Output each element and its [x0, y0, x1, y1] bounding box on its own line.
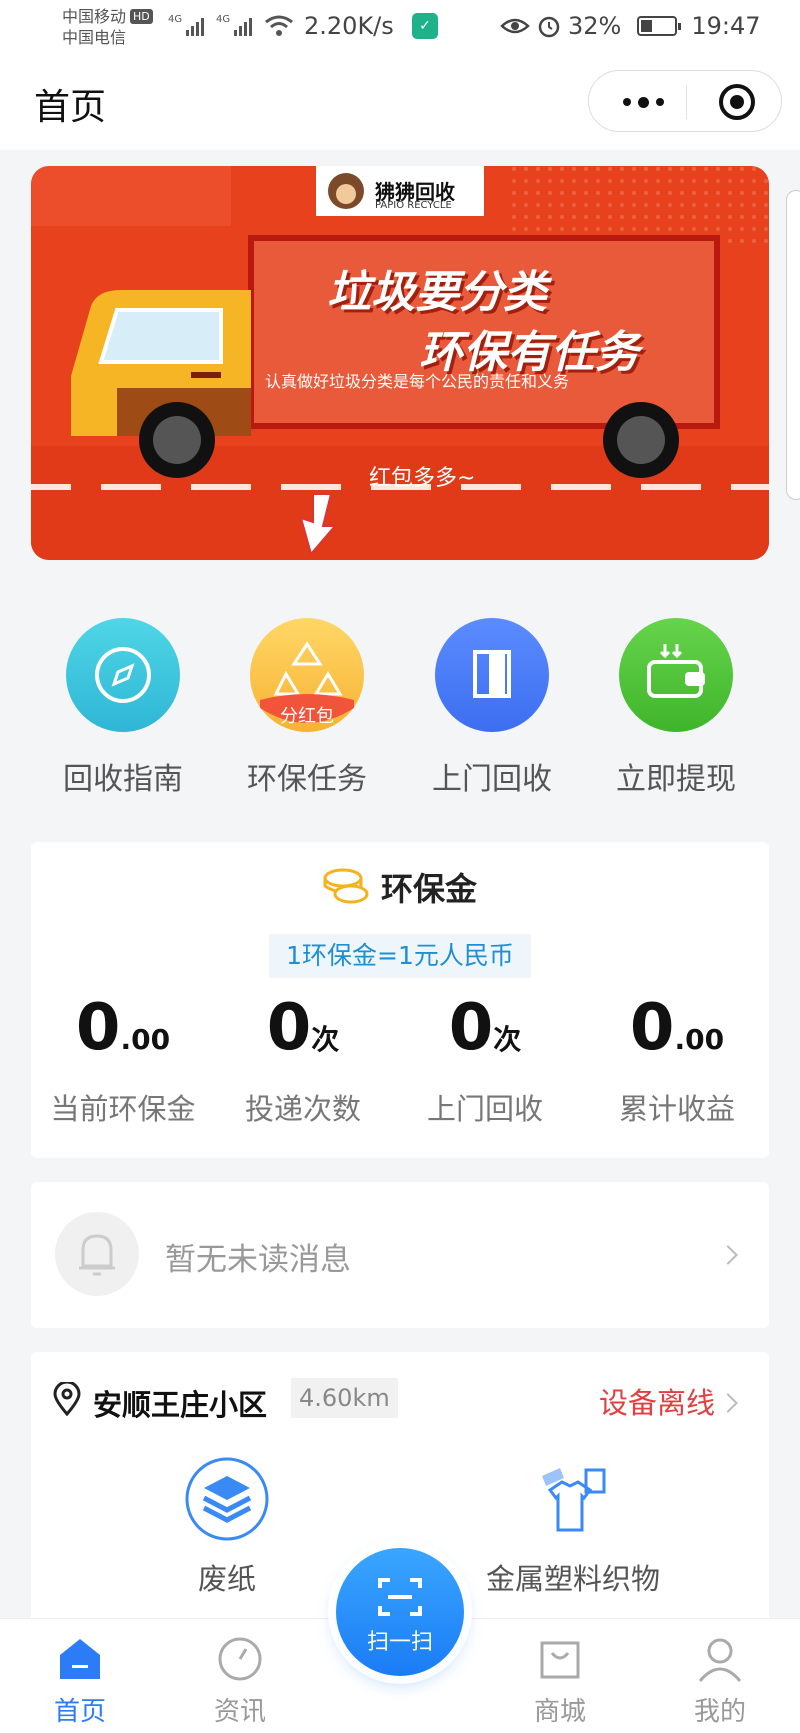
- bell-icon: [55, 1212, 139, 1296]
- location-distance: 4.60km: [291, 1378, 398, 1418]
- promo-banner[interactable]: 狒狒回收 PAPIO RECYCLE 垃圾要分类 环保有任务 认真做好垃圾分类是…: [31, 166, 769, 560]
- battery-percent: 32%: [568, 12, 622, 40]
- banner-illustration: [31, 166, 769, 560]
- tab-news[interactable]: 资讯: [180, 1635, 300, 1728]
- coins-icon: [323, 868, 369, 904]
- tab-profile[interactable]: 我的: [660, 1635, 780, 1728]
- compass-icon: [66, 618, 180, 732]
- eco-money-card: 环保金 1环保金=1元人民币 0.00 当前环保金 0次 投递次数 0次 上门回…: [31, 842, 769, 1158]
- eye-icon: [500, 18, 530, 34]
- wifi-icon: [265, 15, 293, 36]
- home-icon: [60, 1639, 100, 1679]
- battery-icon: [637, 16, 682, 36]
- banner-headline-1: 垃圾要分类: [327, 267, 547, 318]
- location-name: 安顺王庄小区: [93, 1388, 268, 1422]
- door-icon: [435, 618, 549, 732]
- stat-deliveries[interactable]: 0次 投递次数: [211, 990, 395, 1128]
- signal-2-icon: 4G: [216, 14, 253, 36]
- next-banner-peek: [786, 190, 800, 500]
- message-text: 暂无未读消息: [165, 1242, 351, 1278]
- carrier-2: 中国电信: [62, 28, 127, 47]
- close-miniprogram-icon[interactable]: [719, 84, 755, 120]
- carrier-info: 中国移动 HD 中国电信: [62, 6, 153, 48]
- quick-door-pickup[interactable]: 上门回收: [400, 618, 584, 798]
- location-pin-icon: [53, 1382, 81, 1416]
- recycle-icon: 分红包: [250, 618, 364, 732]
- paper-layers-icon: [185, 1457, 269, 1541]
- quick-eco-task[interactable]: 分红包 环保任务: [215, 618, 399, 798]
- clothes-bottle-icon: [542, 1468, 606, 1532]
- scan-icon: [378, 1578, 422, 1616]
- scan-label: 扫一扫: [366, 1630, 433, 1655]
- chevron-right-icon: [718, 1245, 738, 1265]
- tab-home[interactable]: 首页: [20, 1635, 140, 1728]
- tab-mall[interactable]: 商城: [500, 1635, 620, 1728]
- stat-total-income[interactable]: 0.00 累计收益: [585, 990, 769, 1128]
- banner-brand-en: PAPIO RECYCLE: [375, 200, 452, 211]
- nav-header: 首页: [0, 56, 800, 150]
- device-status[interactable]: 设备离线: [599, 1380, 715, 1422]
- red-packet-badge: 分红包: [280, 706, 334, 727]
- eco-money-title: 环保金: [31, 864, 769, 910]
- clock: 19:47: [691, 12, 761, 40]
- compass-icon: [218, 1637, 262, 1681]
- eco-rate: 1环保金=1元人民币: [269, 934, 531, 978]
- stat-door-pickups[interactable]: 0次 上门回收: [393, 990, 577, 1128]
- user-icon: [698, 1638, 742, 1682]
- quick-actions: 回收指南 分红包 环保任务 上门回收 立即提现: [0, 618, 800, 798]
- signal-1-icon: 4G: [168, 14, 205, 36]
- bin-metal-plastic-fabric[interactable]: 金属塑料织物: [453, 1456, 693, 1598]
- miniprogram-capsule: [588, 70, 782, 132]
- status-bar: 中国移动 HD 中国电信 4G 4G 2.20K/s ✓ 32% 19:47: [0, 0, 800, 56]
- shopping-bag-icon: [540, 1641, 580, 1679]
- wallet-icon: [619, 618, 733, 732]
- alarm-icon: [538, 16, 560, 38]
- chevron-right-icon: [718, 1393, 738, 1413]
- more-icon[interactable]: [623, 93, 683, 111]
- mi-app-icon: ✓: [412, 13, 438, 39]
- message-card[interactable]: 暂无未读消息: [31, 1182, 769, 1328]
- stat-current-eco[interactable]: 0.00 当前环保金: [31, 990, 215, 1128]
- hd-badge: HD: [130, 9, 153, 24]
- banner-cta: 红包多多~: [369, 466, 476, 491]
- quick-withdraw[interactable]: 立即提现: [584, 618, 768, 798]
- status-right: 32% 19:47: [500, 12, 761, 40]
- banner-subline: 认真做好垃圾分类是每个公民的责任和义务: [265, 372, 570, 391]
- network-speed: 2.20K/s: [304, 12, 394, 40]
- quick-recycle-guide[interactable]: 回收指南: [31, 618, 215, 798]
- scan-button[interactable]: 扫一扫: [336, 1548, 464, 1676]
- page-title: 首页: [34, 87, 107, 128]
- bin-waste-paper[interactable]: 废纸: [107, 1456, 347, 1598]
- carrier-1: 中国移动: [62, 7, 127, 26]
